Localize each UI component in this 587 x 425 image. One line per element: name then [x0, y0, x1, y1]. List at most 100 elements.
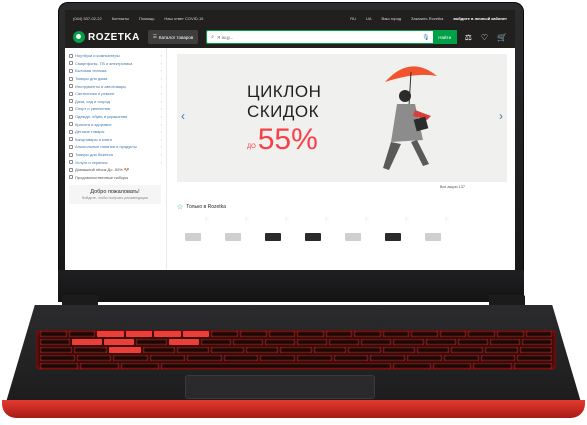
sidebar-item[interactable]: Бытовая техника ›	[69, 67, 166, 75]
sidebar-item-label: Алкогольные напитки и продукты	[75, 144, 137, 150]
sidebar-item-label: Сантехника и ремонт	[75, 91, 115, 97]
chevron-right-icon: ›	[160, 83, 162, 89]
sidebar-item[interactable]: Сантехника и ремонт ›	[69, 90, 166, 98]
login-link[interactable]: войдите в личный кабинет	[453, 16, 507, 21]
banner-line-2: СКИДОК	[247, 101, 320, 121]
heart-icon[interactable]: ♡	[445, 217, 449, 223]
sidebar-item[interactable]: Товары для бизнеса ›	[69, 151, 166, 159]
chevron-right-icon: ›	[160, 129, 162, 135]
chevron-right-icon: ›	[160, 152, 162, 158]
sidebar-item[interactable]: Алкогольные напитки и продукты ›	[69, 143, 166, 151]
sidebar-item[interactable]: Одежда, обувь и украшения ›	[69, 113, 166, 121]
phone-number[interactable]: (044) 537-02-22	[73, 16, 102, 21]
category-icon	[69, 53, 73, 58]
product-image	[425, 233, 441, 241]
search-icon: ⌕	[211, 34, 215, 40]
sidebar-item-label: Дача, сад и огород	[75, 98, 110, 104]
category-icon	[69, 160, 73, 165]
sidebar-item-label: Домашний пёсик До -50% 🐶	[75, 167, 129, 173]
topbar-link-help[interactable]: Помощь	[139, 16, 154, 21]
category-icon	[69, 106, 73, 111]
product-image	[225, 233, 241, 241]
topbar-link-contacts[interactable]: Контакты	[112, 16, 129, 21]
heart-icon[interactable]: ♡	[205, 217, 209, 223]
chevron-right-icon: ›	[160, 106, 162, 112]
sidebar-item-label: Смартфоны, ТВ и электроника	[75, 60, 133, 66]
category-icon	[69, 122, 73, 127]
rozetka-logo[interactable]: ROZETKA	[73, 31, 140, 43]
category-icon	[69, 114, 73, 119]
banner-percent: 55%	[257, 122, 318, 156]
wishlist-icon[interactable]: ♡	[481, 33, 488, 42]
product-card[interactable]: ♡	[217, 217, 251, 241]
sidebar-item[interactable]: Услуги и сервисы ›	[69, 158, 166, 166]
sidebar-item[interactable]: Детские товары ›	[69, 128, 166, 136]
product-image	[385, 233, 401, 241]
heart-icon[interactable]: ♡	[365, 217, 369, 223]
product-card[interactable]: ♡	[417, 217, 451, 241]
sidebar-item[interactable]: Инструменты и автотовары ›	[69, 82, 166, 90]
keyboard	[36, 330, 556, 370]
order-link[interactable]: Заказать Rozetka	[411, 16, 443, 21]
sidebar-item-label: Детские товары	[75, 129, 105, 135]
laptop: (044) 537-02-22 Контакты Помощь Наш отве…	[0, 0, 587, 425]
sidebar-item-label: Услуги и сервисы	[75, 159, 108, 165]
sidebar-item-label: Бытовая техника	[75, 68, 107, 74]
sidebar-item[interactable]: Смартфоны, ТВ и электроника ›	[69, 60, 166, 68]
chevron-right-icon: ›	[160, 53, 162, 59]
sidebar-item[interactable]: Красота и здоровье ›	[69, 120, 166, 128]
chevron-left-icon[interactable]: ‹	[181, 109, 185, 123]
heart-icon[interactable]: ♡	[285, 217, 289, 223]
search-input[interactable]	[217, 31, 420, 43]
category-icon	[69, 137, 73, 142]
chevron-right-icon: ›	[160, 98, 162, 104]
sidebar-item[interactable]: Продовольственные наборы	[69, 174, 166, 182]
compare-icon[interactable]: ⚖	[465, 33, 472, 42]
lang-ua[interactable]: UA	[366, 16, 372, 21]
laptop-chin	[58, 270, 524, 302]
find-button[interactable]: Найти	[432, 30, 457, 44]
chevron-right-icon: ›	[160, 121, 162, 127]
category-icon	[69, 68, 73, 73]
category-icon	[69, 91, 73, 96]
product-card[interactable]: ♡	[257, 217, 291, 241]
sidebar-item[interactable]: Спорт и увлечения ›	[69, 105, 166, 113]
sidebar-item[interactable]: Ноутбуки и компьютеры ›	[69, 52, 166, 60]
section-title: ☆ Только в Rozetka	[177, 203, 507, 211]
catalog-button[interactable]: ☰ Каталог товаров	[147, 30, 199, 44]
sidebar-item[interactable]: Домашний пёсик До -50% 🐶	[69, 166, 166, 174]
product-image	[345, 233, 361, 241]
product-card[interactable]: ♡	[297, 217, 331, 241]
banner-do: ДО	[247, 143, 256, 150]
welcome-title: Добро пожаловать!	[90, 189, 140, 196]
product-card[interactable]: ♡	[177, 217, 211, 241]
heart-icon[interactable]: ♡	[245, 217, 249, 223]
sidebar-item-label: Товары для бизнеса	[75, 152, 113, 158]
menu-icon: ☰	[152, 34, 157, 39]
promo-banner[interactable]: ‹ ЦИКЛОН СКИДОК ДО 55% ›	[177, 54, 507, 182]
sidebar-item[interactable]: Канцтовары и книги ›	[69, 136, 166, 144]
header-icons: ⚖ ♡ 🛒	[465, 33, 507, 42]
all-actions-link[interactable]: Все акции 137	[177, 182, 507, 189]
category-icon	[69, 144, 73, 149]
product-image	[185, 233, 201, 241]
cart-icon[interactable]: 🛒	[497, 33, 507, 42]
heart-icon[interactable]: ♡	[325, 217, 329, 223]
product-card[interactable]: ♡	[337, 217, 371, 241]
heart-icon[interactable]: ♡	[405, 217, 409, 223]
category-icon	[69, 167, 73, 172]
sidebar-item-label: Одежда, обувь и украшения	[75, 114, 128, 120]
search-bar: ⌕ 🎙 Найти	[206, 30, 457, 44]
chevron-right-icon[interactable]: ›	[499, 109, 503, 123]
city-link[interactable]: Ваш город	[382, 16, 402, 21]
sidebar-item[interactable]: Дача, сад и огород ›	[69, 98, 166, 106]
product-card[interactable]: ♡	[377, 217, 411, 241]
microphone-icon[interactable]: 🎙	[422, 34, 430, 41]
category-icon	[69, 84, 73, 89]
product-image	[305, 233, 321, 241]
lang-ru[interactable]: RU	[350, 16, 356, 21]
sidebar-item[interactable]: Товары для дома ›	[69, 75, 166, 83]
chevron-right-icon: ›	[160, 114, 162, 120]
topbar-link-covid[interactable]: Наш ответ COVID-19	[164, 16, 203, 21]
category-sidebar: Ноутбуки и компьютеры › Смартфоны, ТВ и эл…	[65, 48, 167, 270]
